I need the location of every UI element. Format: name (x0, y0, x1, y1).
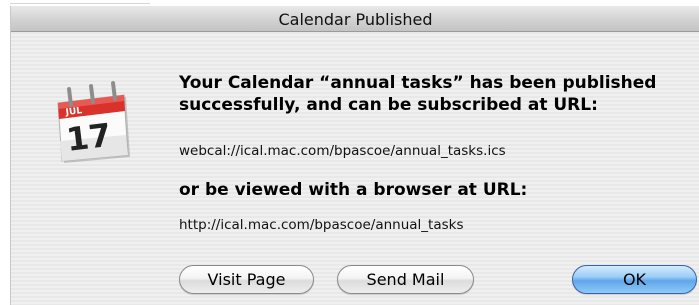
browser-url-label: or be viewed with a browser at URL: (179, 180, 528, 200)
title-bar[interactable]: Calendar Published (11, 6, 699, 32)
icon-month: JUL (64, 106, 83, 118)
browser-url: http://ical.mac.com/bpascoe/annual_tasks (179, 217, 464, 233)
icon-day: 17 (64, 116, 113, 159)
visit-page-button[interactable]: Visit Page (179, 265, 314, 294)
ical-calendar-icon: JUL 17 (50, 81, 132, 163)
window-title: Calendar Published (278, 10, 433, 29)
subscribe-url: webcal://ical.mac.com/bpascoe/annual_tas… (179, 143, 506, 159)
published-headline: Your Calendar “annual tasks” has been pu… (179, 73, 657, 115)
calendar-published-dialog: Calendar Published JUL 17 Your Calendar … (10, 6, 699, 305)
background-window-edge (10, 3, 150, 4)
ok-button[interactable]: OK (572, 265, 697, 294)
send-mail-button[interactable]: Send Mail (337, 265, 474, 294)
